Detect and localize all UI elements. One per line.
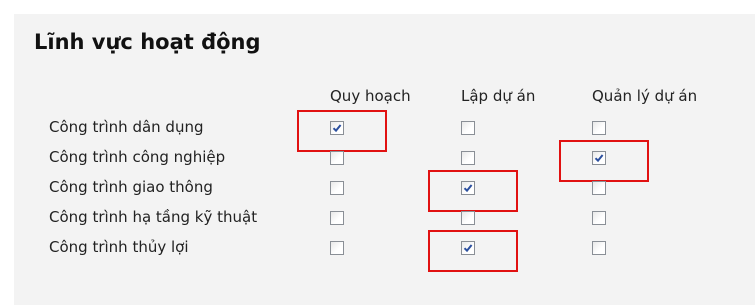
activity-fields-panel: Lĩnh vực hoạt động Quy hoạch Lập dự án Q… [14, 14, 755, 305]
checkbox-lap-du-an[interactable] [461, 181, 475, 195]
row-label: Công trình công nghiệp [49, 148, 226, 166]
row-label: Công trình giao thông [49, 178, 213, 196]
section-title: Lĩnh vực hoạt động [34, 30, 261, 54]
checkmark-icon [463, 244, 473, 253]
checkbox-quan-ly-du-an[interactable] [592, 181, 606, 195]
row-label: Công trình dân dụng [49, 118, 204, 136]
row-label: Công trình hạ tầng kỹ thuật [49, 208, 258, 226]
column-header-quy-hoach: Quy hoạch [330, 87, 411, 105]
column-header-quan-ly-du-an: Quản lý dự án [592, 87, 698, 105]
checkbox-quy-hoach[interactable] [330, 181, 344, 195]
checkbox-lap-du-an[interactable] [461, 211, 475, 225]
row-label: Công trình thủy lợi [49, 238, 189, 256]
checkbox-quan-ly-du-an[interactable] [592, 211, 606, 225]
checkbox-quan-ly-du-an[interactable] [592, 241, 606, 255]
checkmark-icon [332, 124, 342, 133]
checkbox-lap-du-an[interactable] [461, 151, 475, 165]
checkbox-quy-hoach[interactable] [330, 151, 344, 165]
checkmark-icon [594, 154, 604, 163]
checkbox-quy-hoach[interactable] [330, 211, 344, 225]
checkbox-quy-hoach[interactable] [330, 241, 344, 255]
checkmark-icon [463, 184, 473, 193]
column-header-lap-du-an: Lập dự án [461, 87, 536, 105]
checkbox-quan-ly-du-an[interactable] [592, 121, 606, 135]
checkbox-lap-du-an[interactable] [461, 241, 475, 255]
checkbox-quan-ly-du-an[interactable] [592, 151, 606, 165]
checkbox-lap-du-an[interactable] [461, 121, 475, 135]
checkbox-quy-hoach[interactable] [330, 121, 344, 135]
